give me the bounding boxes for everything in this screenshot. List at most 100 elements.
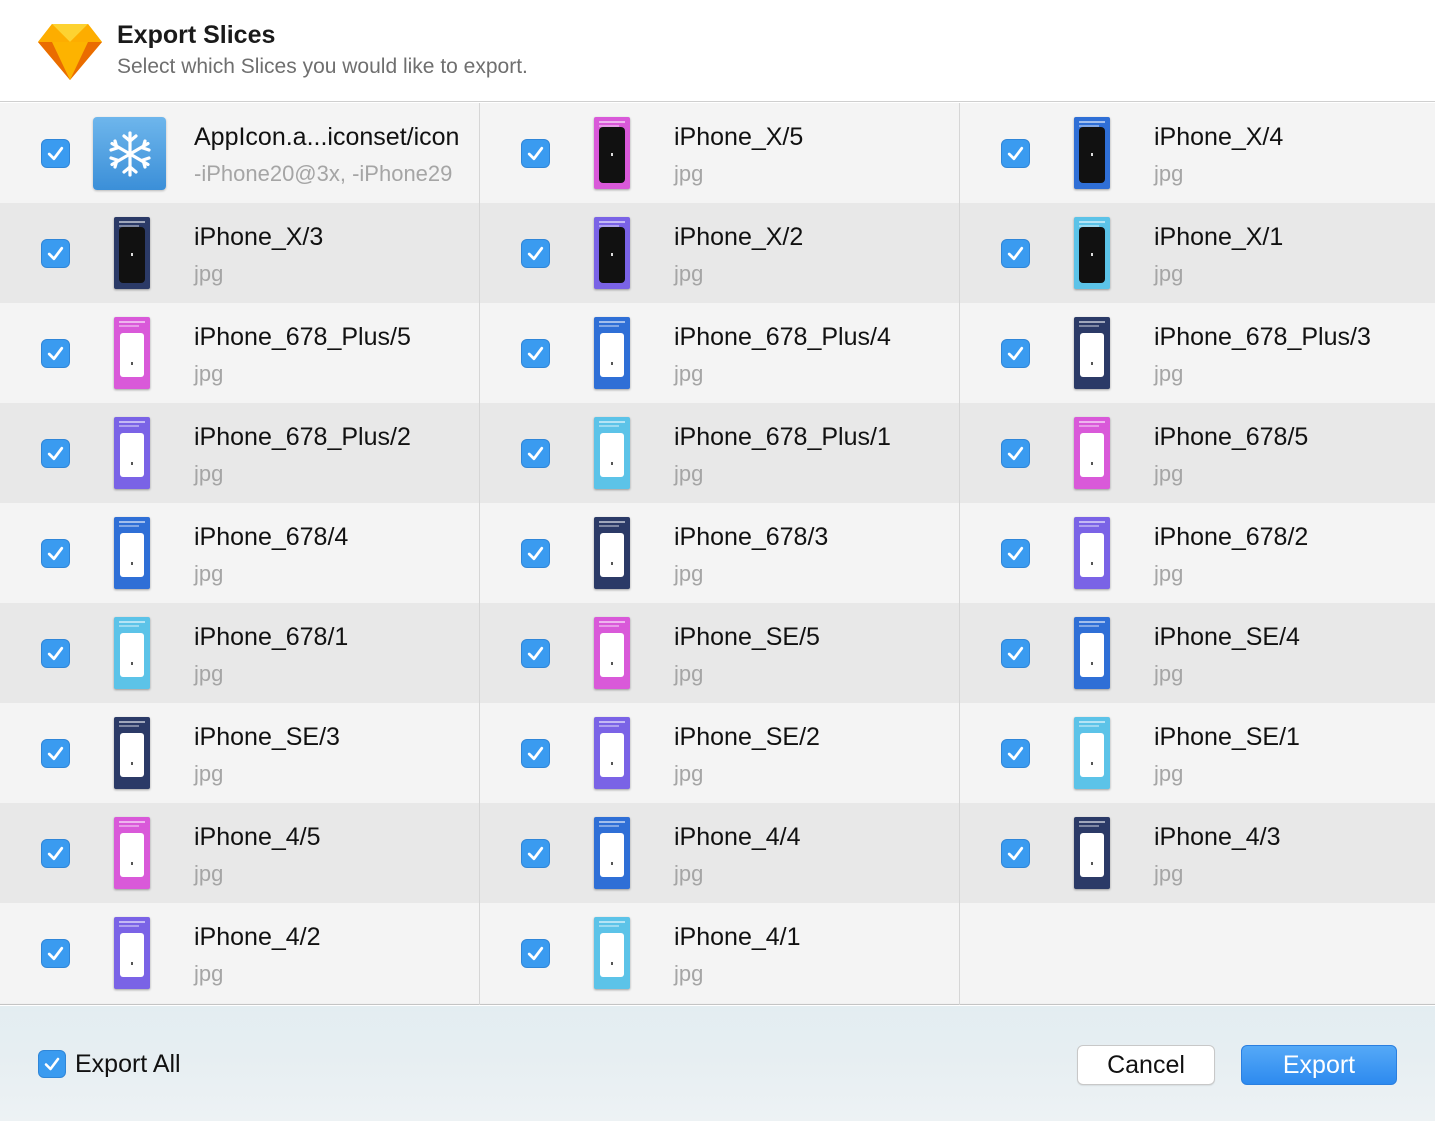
slice-format: jpg — [1154, 461, 1184, 486]
slice-checkbox[interactable] — [521, 339, 550, 368]
slice-item[interactable]: iPhone_678/2 jpg — [960, 503, 1435, 603]
slice-checkbox[interactable] — [1001, 639, 1030, 668]
slice-checkbox[interactable] — [41, 239, 70, 268]
slice-name: iPhone_4/3 — [1154, 823, 1281, 851]
slice-checkbox[interactable] — [521, 439, 550, 468]
slice-name: iPhone_4/5 — [194, 823, 321, 851]
checkmark-icon — [47, 246, 64, 261]
slice-checkbox[interactable] — [41, 439, 70, 468]
slice-item[interactable]: iPhone_678/4 jpg — [0, 503, 479, 603]
slice-item[interactable]: iPhone_678_Plus/5 jpg — [0, 303, 479, 403]
slice-format: jpg — [1154, 561, 1184, 586]
slice-name: iPhone_678/3 — [674, 523, 829, 551]
slice-item[interactable]: iPhone_SE/3 jpg — [0, 703, 479, 803]
slice-item[interactable]: iPhone_4/4 jpg — [480, 803, 959, 903]
slice-thumbnail — [594, 317, 630, 389]
slice-item[interactable]: iPhone_X/5jpg — [480, 103, 959, 203]
slice-item[interactable]: iPhone_X/3 jpg — [0, 203, 479, 303]
checkmark-icon — [44, 1057, 60, 1071]
slice-thumbnail — [1074, 817, 1110, 889]
checkmark-icon — [47, 746, 64, 761]
slice-name: iPhone_678_Plus/3 — [1154, 323, 1371, 351]
export-all-checkbox[interactable] — [38, 1050, 66, 1078]
slice-item[interactable]: iPhone_678/5 jpg — [960, 403, 1435, 503]
slices-column: iPhone_X/5 jpg iPhone_X/2 jpg iPhone_678_Plu… — [480, 103, 959, 1005]
slice-item[interactable]: iPhone_SE/4 jpg — [960, 603, 1435, 703]
checkmark-icon — [527, 846, 544, 861]
slice-item[interactable]: iPhone_678_Plus/3 jpg — [960, 303, 1435, 403]
slice-item[interactable]: iPhone_SE/1jpg — [960, 703, 1435, 803]
slice-name: AppIcon.a...iconset/icon — [194, 123, 460, 151]
slice-item[interactable]: iPhone_4/3 jpg — [960, 803, 1435, 903]
slice-format: jpg — [674, 261, 704, 286]
slice-thumbnail — [594, 417, 630, 489]
slice-item[interactable]: iPhone_4/5jpg — [0, 803, 479, 903]
slice-item[interactable]: iPhone_678_Plus/1 jpg — [480, 403, 959, 503]
slice-checkbox[interactable] — [1001, 839, 1030, 868]
slice-item[interactable]: iPhone_X/2 jpg — [480, 203, 959, 303]
slice-checkbox[interactable] — [1001, 439, 1030, 468]
slice-item[interactable]: iPhone_678/3 jpg — [480, 503, 959, 603]
slice-checkbox[interactable] — [41, 339, 70, 368]
slice-checkbox[interactable] — [1001, 339, 1030, 368]
slice-checkbox[interactable] — [521, 139, 550, 168]
checkmark-icon — [47, 446, 64, 461]
slice-checkbox[interactable] — [1001, 239, 1030, 268]
slice-checkbox[interactable] — [41, 539, 70, 568]
slice-item[interactable]: iPhone_4/2 jpg — [0, 903, 479, 1003]
slice-item[interactable]: iPhone_4/1 jpg — [480, 903, 959, 1003]
cancel-button[interactable]: Cancel — [1077, 1045, 1215, 1085]
slice-checkbox[interactable] — [41, 939, 70, 968]
slice-item[interactable]: iPhone_678/1 jpg — [0, 603, 479, 703]
slice-checkbox[interactable] — [521, 739, 550, 768]
slice-checkbox[interactable] — [521, 539, 550, 568]
dialog-subtitle: Select which Slices you would like to ex… — [117, 55, 528, 78]
checkmark-icon — [527, 246, 544, 261]
export-all-label[interactable]: Export All — [75, 1050, 181, 1079]
slice-checkbox[interactable] — [521, 639, 550, 668]
slice-item[interactable]: iPhone_678_Plus/4 jpg — [480, 303, 959, 403]
sketch-logo-icon — [38, 24, 102, 80]
slice-item[interactable]: iPhone_678_Plus/2 jpg — [0, 403, 479, 503]
dialog-title: Export Slices — [117, 21, 276, 49]
slice-name: iPhone_SE/3 — [194, 723, 340, 751]
slice-checkbox[interactable] — [41, 739, 70, 768]
dialog-header: Export Slices Select which Slices you wo… — [0, 0, 1435, 102]
slice-item[interactable]: iPhone_SE/2 jpg — [480, 703, 959, 803]
slice-thumbnail — [594, 717, 630, 789]
slice-format: jpg — [194, 861, 224, 886]
slice-name: iPhone_X/5 — [674, 123, 804, 151]
slice-thumbnail — [114, 517, 150, 589]
slice-thumbnail — [1074, 317, 1110, 389]
slice-checkbox[interactable] — [41, 639, 70, 668]
slice-format: jpg — [1154, 761, 1184, 786]
slice-format: jpg — [194, 961, 224, 986]
slice-name: iPhone_SE/2 — [674, 723, 820, 751]
slice-checkbox[interactable] — [1001, 139, 1030, 168]
slice-thumbnail — [1074, 217, 1110, 289]
slice-item[interactable]: iPhone_SE/5 jpg — [480, 603, 959, 703]
slice-format: jpg — [674, 661, 704, 686]
snowflake-icon — [93, 117, 166, 190]
slice-checkbox[interactable] — [521, 939, 550, 968]
slice-format: jpg — [194, 361, 224, 386]
slice-name: iPhone_SE/1 — [1154, 723, 1300, 751]
checkmark-icon — [1007, 446, 1024, 461]
slice-item[interactable]: AppIcon.a...iconset/icon -iPhone20@3x, -i… — [0, 103, 479, 203]
slice-item[interactable]: iPhone_X/1 jpg — [960, 203, 1435, 303]
slice-checkbox[interactable] — [1001, 739, 1030, 768]
slice-checkbox[interactable] — [41, 139, 70, 168]
slice-thumbnail — [114, 317, 150, 389]
checkmark-icon — [47, 546, 64, 561]
slice-format: jpg — [674, 161, 704, 186]
slice-thumbnail — [114, 617, 150, 689]
export-button[interactable]: Export — [1241, 1045, 1397, 1085]
slice-item[interactable]: iPhone_X/4 jpg — [960, 103, 1435, 203]
slice-checkbox[interactable] — [521, 239, 550, 268]
slice-checkbox[interactable] — [41, 839, 70, 868]
slice-checkbox[interactable] — [1001, 539, 1030, 568]
slice-format: jpg — [1154, 261, 1184, 286]
slice-checkbox[interactable] — [521, 839, 550, 868]
checkmark-icon — [527, 946, 544, 961]
checkmark-icon — [47, 346, 64, 361]
